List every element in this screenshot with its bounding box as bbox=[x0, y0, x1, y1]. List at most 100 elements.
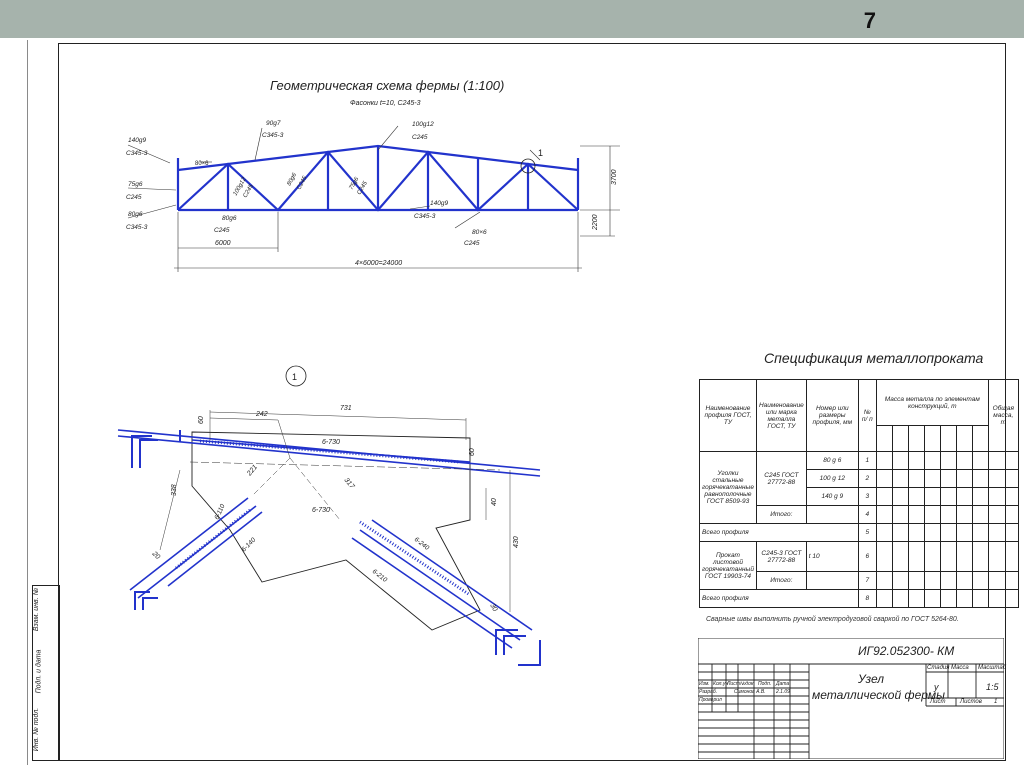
spec-cell-profile: Всего профиля bbox=[699, 523, 859, 542]
detail-callout-number: 1 bbox=[292, 372, 297, 382]
detail-weld-6-110: 6-110 bbox=[213, 503, 226, 521]
dim-2200: 2200 bbox=[592, 214, 599, 231]
label-bottom-140: 140g9 bbox=[430, 200, 448, 207]
spec-row: Уголки стальные горячекатанные равнополо… bbox=[699, 451, 1019, 524]
label-left-80-steel: С345-3 bbox=[126, 224, 148, 231]
detail-dim-40: 40 bbox=[491, 498, 498, 506]
detail-dim-221: 221 bbox=[246, 464, 260, 478]
truss-scheme bbox=[176, 144, 580, 212]
node-detail bbox=[117, 365, 541, 666]
label-web-100-a-steel: С245 bbox=[243, 183, 256, 199]
spec-row: Прокат листовой горячекатанный ГОСТ 1990… bbox=[699, 541, 1019, 590]
spec-cell-size: 100 g 12 bbox=[805, 469, 859, 488]
spec-cell-size: 80 g 6 bbox=[805, 451, 859, 470]
stamp-col-doc: №док bbox=[740, 681, 754, 687]
detail-weld-6-140: 6-140 bbox=[240, 536, 257, 553]
stamp-title-1: Узел bbox=[858, 672, 885, 686]
label-web-80: 80g6 bbox=[286, 172, 298, 187]
welding-note: Сварные швы выполнить ручной электродуго… bbox=[706, 616, 959, 623]
stamp-col-list: Лист bbox=[727, 681, 740, 687]
section-symbols bbox=[131, 430, 541, 666]
title-block: ИГ92.052300- КМ Узел металлической фермы… bbox=[698, 638, 1007, 759]
spec-cell-size: t 10 bbox=[805, 541, 859, 572]
stamp-checked: Проверил bbox=[699, 697, 722, 703]
label-top-left-steel: С345-3 bbox=[126, 150, 148, 157]
detail-dim-317: 317 bbox=[342, 477, 356, 491]
spec-cell-no: 3 bbox=[857, 487, 877, 506]
stamp-col-date: Дата bbox=[776, 681, 790, 687]
spec-h-grade: Наименование или марка металла ГОСТ, ТУ bbox=[755, 379, 807, 452]
spec-table: Наименование профиля ГОСТ, ТУ Наименован… bbox=[699, 379, 1019, 608]
detail-dim-242: 242 bbox=[255, 411, 268, 418]
detail-dim-430: 430 bbox=[513, 536, 520, 548]
label-left-75-steel: С245 bbox=[126, 194, 142, 201]
stamp-developer: Симонов А.В. bbox=[734, 689, 766, 695]
spec-h-no: № п/ п bbox=[857, 379, 877, 452]
detail-dim-60-right: 60 bbox=[469, 448, 476, 456]
stamp-title-2: металлической фермы bbox=[812, 688, 945, 702]
stamp-sheets-value: 1 bbox=[994, 699, 998, 705]
spec-row: Всего профиля 8 bbox=[699, 589, 1019, 608]
label-80x6-right-steel: С245 bbox=[464, 240, 480, 247]
stamp-mass-label: Масса bbox=[951, 665, 969, 671]
stamp-developed: Разраб. bbox=[699, 689, 718, 695]
dim-3700: 3700 bbox=[611, 169, 618, 185]
detail-dim-338: 338 bbox=[171, 484, 178, 496]
spec-title: Спецификация металлопроката bbox=[764, 350, 984, 366]
spec-cell-no: 7 bbox=[857, 571, 877, 590]
spec-cell-grade: Итого: bbox=[755, 505, 807, 524]
spec-row: Всего профиля 5 bbox=[699, 523, 1019, 542]
label-left-80: 80g6 bbox=[128, 211, 143, 218]
dim-6000: 6000 bbox=[215, 240, 231, 247]
spec-cell-no: 4 bbox=[857, 505, 877, 524]
gusset-note: Фасонки t=10, С245-3 bbox=[350, 100, 421, 107]
label-web-90-steel: С345-3 bbox=[262, 132, 284, 139]
stamp-col-kol: Кол.уч bbox=[713, 681, 728, 687]
stamp-stage-label: Стадия bbox=[927, 665, 950, 671]
spec-h-mass: Масса металла по элементам конструкций, … bbox=[875, 379, 989, 426]
label-top-100: 100g12 bbox=[412, 121, 434, 128]
node-callout-number: 1 bbox=[538, 148, 543, 158]
spec-cell-no: 1 bbox=[857, 451, 877, 470]
gusset-plate bbox=[191, 431, 481, 631]
spec-h-size: Номер или размеры профиля, мм bbox=[805, 379, 859, 452]
detail-dim-20: 20 bbox=[150, 550, 161, 561]
spec-cell-no: 8 bbox=[857, 589, 877, 608]
label-top-left: 140g9 bbox=[128, 137, 146, 144]
stamp-date: 2.1.09 bbox=[776, 689, 790, 695]
spec-cell-grade: С245-3 ГОСТ 27772-88 bbox=[755, 541, 807, 572]
spec-cell-grade: С245 ГОСТ 27772-88 bbox=[755, 451, 807, 506]
label-left-75: 75g6 bbox=[128, 181, 143, 188]
spec-cell-grade: Итого: bbox=[755, 571, 807, 590]
detail-dim-30: 30 bbox=[488, 603, 498, 613]
stamp-sheets-label: Листов bbox=[960, 699, 982, 705]
label-80x6-top: 80×6 bbox=[195, 161, 209, 167]
spec-h-total: Общая масса, т bbox=[987, 379, 1019, 452]
spec-header-row: Наименование профиля ГОСТ, ТУ Наименован… bbox=[699, 379, 1019, 452]
label-top-100-steel: С245 bbox=[412, 134, 428, 141]
label-bottom-80-steel: С245 bbox=[214, 227, 230, 234]
stamp-scale: 1:5 bbox=[986, 682, 999, 692]
stamp-stage: у bbox=[934, 682, 939, 692]
stamp-col-izm: Изм. bbox=[699, 681, 710, 687]
spec-cell-profile: Всего профиля bbox=[699, 589, 859, 608]
spec-cell-profile: Уголки стальные горячекатанные равнополо… bbox=[699, 451, 757, 524]
stamp-scale-label: Масштаб bbox=[978, 665, 1007, 671]
spec-cell-no: 6 bbox=[857, 541, 877, 572]
label-80x6-right: 80×6 bbox=[472, 229, 487, 236]
label-web-90: 90g7 bbox=[266, 120, 281, 127]
spec-cell-no: 5 bbox=[857, 523, 877, 542]
label-bottom-80: 80g6 bbox=[222, 215, 237, 222]
detail-weld-6-210: 6-210 bbox=[371, 568, 389, 584]
spec-cell-no: 2 bbox=[857, 469, 877, 488]
detail-weld-6-730-mid: 6-730 bbox=[312, 507, 330, 514]
label-bottom-140-steel: С345-3 bbox=[414, 213, 436, 220]
spec-cell-profile: Прокат листовой горячекатанный ГОСТ 1990… bbox=[699, 541, 757, 590]
spec-cell-size: 140 g 9 bbox=[805, 487, 859, 506]
detail-dim-60-left: 60 bbox=[198, 416, 205, 424]
detail-dim-731: 731 bbox=[340, 405, 352, 412]
spec-h-profile: Наименование профиля ГОСТ, ТУ bbox=[699, 379, 757, 452]
top-chord-angle bbox=[117, 429, 541, 477]
detail-weld-6-730-top: 6-730 bbox=[322, 439, 340, 446]
stamp-sheet-label: Лист bbox=[930, 699, 946, 705]
